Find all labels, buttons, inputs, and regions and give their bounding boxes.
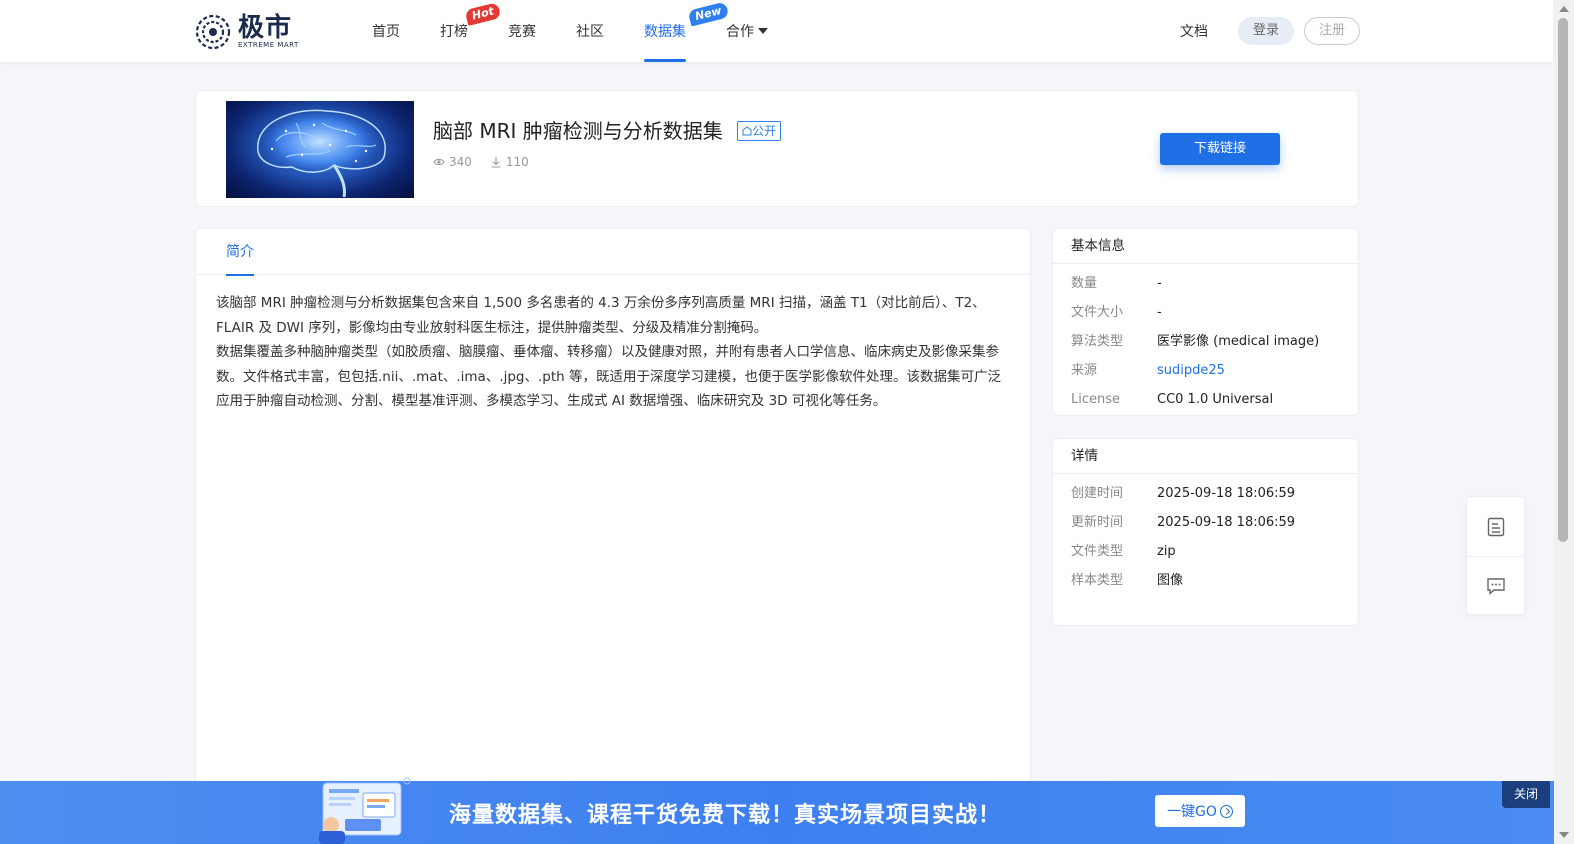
info-key: 来源 [1071,363,1098,378]
description-paragraph-1: 该脑部 MRI 肿瘤检测与分析数据集包含来自 1,500 多名患者的 4.3 万… [216,295,986,336]
scroll-down-arrow-icon[interactable] [1559,832,1569,838]
downloads-count: 110 [505,155,529,169]
logo-sub-text: EXTREME MART [238,40,299,49]
info-row-license: License CC0 1.0 Universal [1053,385,1358,414]
banner-close-button[interactable]: 关闭 [1502,781,1550,808]
nav-community[interactable]: 社区 [576,0,604,62]
detail-row-created: 创建时间 2025-09-18 18:06:59 [1053,479,1358,508]
detail-value: zip [1157,544,1176,559]
info-key: 算法类型 [1071,334,1124,349]
register-button[interactable]: 注册 [1304,17,1360,45]
details-panel: 详情 创建时间 2025-09-18 18:06:59 更新时间 2025-09-1… [1052,438,1359,626]
scroll-up-arrow-icon[interactable] [1559,6,1569,12]
nav-community-label: 社区 [576,24,604,40]
hot-badge: Hot [464,2,502,26]
nav-competition[interactable]: 竞赛 [508,0,536,62]
basic-info-title: 基本信息 [1053,229,1358,264]
document-button[interactable] [1467,497,1524,556]
detail-key: 创建时间 [1071,486,1124,501]
info-key: License [1071,392,1121,407]
info-key: 数量 [1071,276,1098,291]
scroll-thumb[interactable] [1558,18,1568,542]
nav-datasets-label: 数据集 [644,24,686,40]
detail-row-sampletype: 样本类型 图像 [1053,566,1358,595]
public-icon [742,126,752,136]
detail-value: 图像 [1157,573,1184,588]
top-header: 极市 EXTREME MART 首页 打榜 Hot 竞赛 社区 数据集 New … [0,0,1553,62]
info-key: 文件大小 [1071,305,1124,320]
logo-mark-icon [195,14,231,50]
nav-leaderboard[interactable]: 打榜 Hot [440,0,502,62]
info-value: 医学影像 (medical image) [1157,334,1320,349]
nav-cooperation-label: 合作 [726,24,754,40]
detail-value: 2025-09-18 18:06:59 [1157,515,1296,530]
header-actions: 文档 登录 注册 [1180,17,1360,45]
description-paragraph-2: 数据集覆盖多种脑肿瘤类型（如胶质瘤、脑膜瘤、垂体瘤、转移瘤）以及健康对照，并附有… [216,344,1002,409]
promo-illustration-icon [319,777,411,844]
promo-banner[interactable]: 海量数据集、课程干货免费下载！真实场景项目实战！ 一键GO 关闭 [0,777,1554,844]
detail-value: 2025-09-18 18:06:59 [1157,486,1296,501]
info-row-source: 来源 sudipde25 [1053,356,1358,385]
floating-toolbar [1466,496,1525,615]
tab-bar: 简介 [196,229,1030,276]
visibility-label: 公开 [752,124,777,138]
views-stat: 340 [433,155,472,169]
go-button[interactable]: 一键GO [1155,795,1245,827]
detail-key: 文件类型 [1071,544,1124,559]
comment-button[interactable] [1467,556,1524,615]
go-button-label: 一键GO [1167,804,1217,820]
docs-link[interactable]: 文档 [1180,21,1208,41]
detail-row-updated: 更新时间 2025-09-18 18:06:59 [1053,508,1358,537]
info-row-algorithm: 算法类型 医学影像 (medical image) [1053,327,1358,356]
basic-info-panel: 基本信息 数量 - 文件大小 - 算法类型 医学影像 (medical image) … [1052,228,1359,416]
info-value: - [1157,276,1162,291]
download-link-button[interactable]: 下载链接 [1160,133,1280,165]
nav-home-label: 首页 [372,24,400,40]
main-nav: 首页 打榜 Hot 竞赛 社区 数据集 New 合作 [372,0,808,62]
info-row-count: 数量 - [1053,269,1358,298]
detail-key: 更新时间 [1071,515,1124,530]
dataset-stats: 340 110 [433,155,547,169]
arrow-right-circle-icon [1219,804,1233,818]
nav-home[interactable]: 首页 [372,0,400,62]
comment-icon [1486,578,1505,595]
detail-key: 样本类型 [1071,573,1124,588]
dataset-header-card: 脑部 MRI 肿瘤检测与分析数据集 公开 340 110 下载链接 [195,90,1359,207]
source-link[interactable]: sudipde25 [1157,356,1225,385]
details-title: 详情 [1053,439,1358,474]
page-scrollbar[interactable] [1554,0,1574,844]
caret-down-icon [758,28,768,34]
dataset-thumbnail [226,101,414,198]
logo-main-text: 极市 [238,12,293,43]
new-badge: New [687,1,730,27]
nav-cooperation[interactable]: 合作 [726,0,768,62]
views-count: 340 [449,155,472,169]
eye-icon [433,158,445,166]
detail-row-filetype: 文件类型 zip [1053,537,1358,566]
brain-image-icon [252,109,388,198]
download-icon [491,157,501,168]
dataset-description: 该脑部 MRI 肿瘤检测与分析数据集包含来自 1,500 多名患者的 4.3 万… [196,275,1030,430]
login-button[interactable]: 登录 [1238,17,1294,45]
nav-leaderboard-label: 打榜 [440,24,468,40]
dataset-title-row: 脑部 MRI 肿瘤检测与分析数据集 公开 [433,115,782,144]
description-card: 简介 该脑部 MRI 肿瘤检测与分析数据集包含来自 1,500 多名患者的 4.… [195,228,1031,828]
dataset-title: 脑部 MRI 肿瘤检测与分析数据集 [433,119,723,143]
tab-intro[interactable]: 简介 [226,229,254,276]
site-logo[interactable]: 极市 EXTREME MART [194,13,299,51]
banner-text: 海量数据集、课程干货免费下载！真实场景项目实战！ [449,803,1002,828]
nav-competition-label: 竞赛 [508,24,536,40]
logo-text: 极市 EXTREME MART [238,15,299,50]
info-row-filesize: 文件大小 - [1053,298,1358,327]
document-icon [1487,517,1504,536]
info-value: CC0 1.0 Universal [1157,392,1274,407]
downloads-stat: 110 [490,155,529,169]
nav-datasets[interactable]: 数据集 New [644,0,730,62]
info-value: - [1157,305,1162,320]
visibility-badge: 公开 [737,121,782,141]
